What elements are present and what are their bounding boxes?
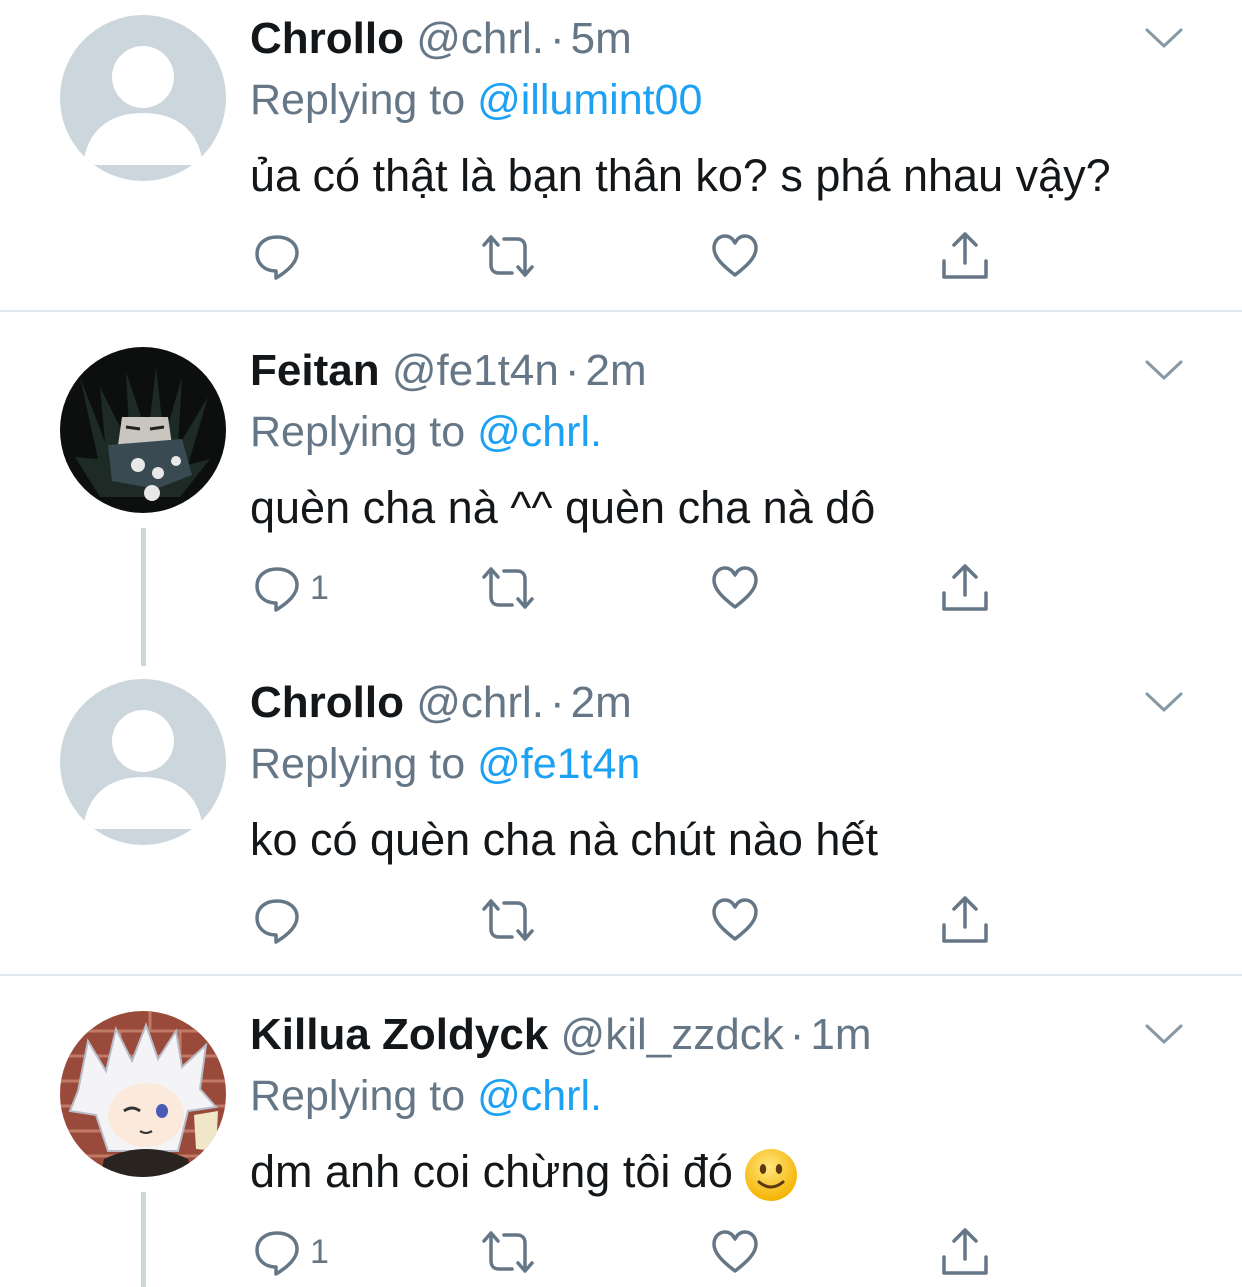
anime-character-avatar [60, 1011, 226, 1177]
retweet-icon [482, 1231, 534, 1273]
slightly-smiling-face-icon [744, 1149, 797, 1202]
tweet-header: Killua Zoldyck @kil_zzdck · 1m [250, 1009, 871, 1061]
retweet-icon [482, 899, 534, 941]
thread-line [141, 528, 146, 666]
retweet-button[interactable] [480, 560, 536, 616]
display-name[interactable]: Killua Zoldyck [250, 1010, 548, 1059]
user-handle[interactable]: @fe1t4n [392, 346, 559, 395]
separator-dot: · [564, 346, 580, 395]
mention-link[interactable]: @chrl. [477, 408, 602, 456]
tweet-header: Feitan @fe1t4n · 2m [250, 345, 647, 397]
reply-button[interactable] [252, 228, 310, 284]
default-avatar-icon [60, 679, 226, 845]
tweet-text: dm anh coi chừng tôi đó [250, 1146, 733, 1197]
timestamp[interactable]: 2m [585, 346, 646, 395]
reply-button[interactable]: 1 [252, 1224, 329, 1280]
action-bar: 1 [252, 560, 1012, 616]
share-button[interactable] [940, 228, 990, 284]
reply-count: 1 [310, 1232, 329, 1271]
reply-icon [255, 235, 299, 280]
tweet-text: quèn cha nà ^^ quèn cha nà dô [250, 482, 876, 533]
user-handle[interactable]: @chrl. [416, 14, 544, 63]
avatar[interactable] [60, 679, 226, 845]
like-button[interactable] [710, 228, 760, 284]
share-button[interactable] [940, 560, 990, 616]
tweet[interactable]: Killua Zoldyck @kil_zzdck · 1m Replying to… [0, 976, 1242, 1287]
separator-dot: · [789, 1010, 805, 1059]
share-icon [942, 1228, 988, 1275]
action-bar [252, 228, 1012, 284]
replying-to: Replying to @chrl. [250, 1070, 602, 1122]
replying-label: Replying to [250, 408, 466, 456]
replying-to: Replying to @fe1t4n [250, 738, 640, 790]
retweet-button[interactable] [480, 1224, 536, 1280]
user-handle[interactable]: @kil_zzdck [561, 1010, 784, 1059]
retweet-icon [482, 567, 534, 609]
share-icon [942, 896, 988, 943]
tweet-text-row: dm anh coi chừng tôi đó [250, 1144, 799, 1203]
user-handle[interactable]: @chrl. [416, 678, 544, 727]
heart-icon [712, 566, 758, 609]
default-avatar-icon [60, 15, 226, 181]
heart-icon [712, 898, 758, 941]
mention-link[interactable]: @chrl. [477, 1072, 602, 1120]
mention-link[interactable]: @illumint00 [477, 76, 702, 124]
retweet-button[interactable] [480, 892, 536, 948]
display-name[interactable]: Chrollo [250, 14, 404, 63]
chevron-down-icon[interactable] [1143, 1022, 1185, 1046]
tweet-header: Chrollo @chrl. · 2m [250, 677, 632, 729]
share-icon [942, 564, 988, 611]
action-bar [252, 892, 1012, 948]
reply-icon [255, 1231, 299, 1276]
avatar[interactable] [60, 1011, 226, 1177]
timestamp[interactable]: 2m [571, 678, 632, 727]
tweet[interactable]: Feitan @fe1t4n · 2m Replying to @chrl. què… [0, 312, 1242, 666]
timestamp[interactable]: 5m [571, 14, 632, 63]
separator-dot: · [550, 678, 565, 727]
tweet[interactable]: Chrollo @chrl. · 5m Replying to @illumint0… [0, 0, 1242, 310]
retweet-button[interactable] [480, 228, 536, 284]
replying-to: Replying to @illumint00 [250, 74, 702, 126]
replying-label: Replying to [250, 740, 466, 788]
reply-icon [255, 899, 299, 944]
tweet-text: ủa có thật là bạn thân ko? s phá nhau vậ… [250, 150, 1111, 201]
tweet-header: Chrollo @chrl. · 5m [250, 13, 632, 65]
tweet-text: ko có quèn cha nà chút nào hết [250, 814, 878, 865]
avatar[interactable] [60, 15, 226, 181]
reply-button[interactable]: 1 [252, 560, 329, 616]
avatar[interactable] [60, 347, 226, 513]
share-icon [942, 232, 988, 279]
reply-button[interactable] [252, 892, 310, 948]
chevron-down-icon[interactable] [1143, 26, 1185, 50]
like-button[interactable] [710, 560, 760, 616]
retweet-icon [482, 235, 534, 277]
replying-to: Replying to @chrl. [250, 406, 602, 458]
like-button[interactable] [710, 1224, 760, 1280]
share-button[interactable] [940, 892, 990, 948]
replying-label: Replying to [250, 76, 466, 124]
replying-label: Replying to [250, 1072, 466, 1120]
separator-dot: · [550, 14, 565, 63]
timestamp[interactable]: 1m [810, 1010, 871, 1059]
display-name[interactable]: Feitan [250, 346, 380, 395]
reply-icon [255, 567, 299, 612]
heart-icon [712, 1230, 758, 1273]
anime-character-avatar [60, 347, 226, 513]
display-name[interactable]: Chrollo [250, 678, 404, 727]
heart-icon [712, 234, 758, 277]
chevron-down-icon[interactable] [1143, 690, 1185, 714]
mention-link[interactable]: @fe1t4n [477, 740, 640, 788]
thread-line [141, 1192, 146, 1287]
like-button[interactable] [710, 892, 760, 948]
action-bar: 1 [252, 1224, 1012, 1280]
tweet[interactable]: Chrollo @chrl. · 2m Replying to @fe1t4n ko… [0, 664, 1242, 974]
share-button[interactable] [940, 1224, 990, 1280]
reply-count: 1 [310, 568, 329, 607]
chevron-down-icon[interactable] [1143, 358, 1185, 382]
